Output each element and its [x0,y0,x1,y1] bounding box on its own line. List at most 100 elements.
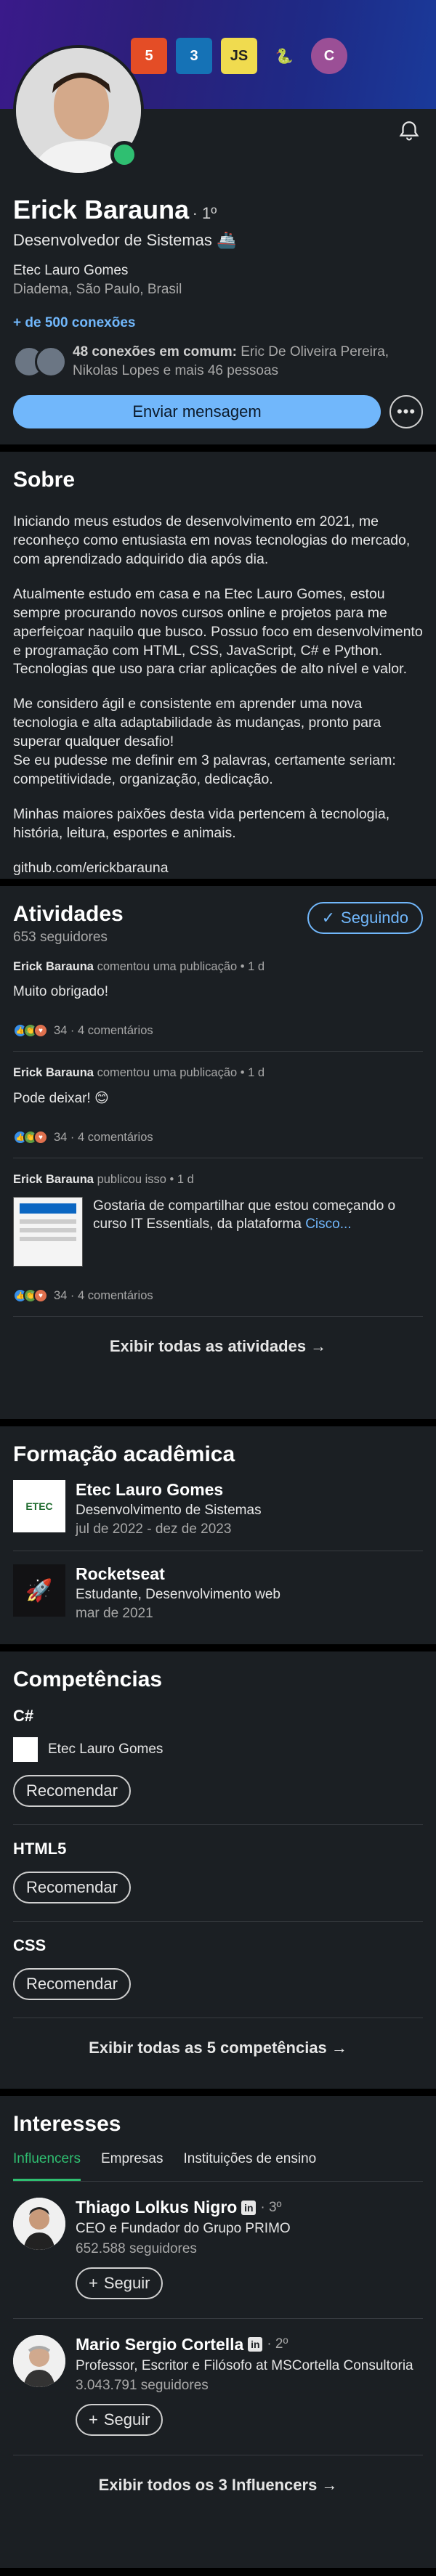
post-author: Erick Barauna [13,1066,94,1079]
follow-button[interactable]: + Seguir [76,2404,164,2437]
education-item[interactable]: 🚀 Rocketseat Estudante, Desenvolvimento … [13,1551,423,1635]
more-options-button[interactable]: ••• [389,395,423,428]
interests-title: Interesses [13,2112,121,2136]
influencer-name: Mario Sergio Cortella [76,2334,244,2354]
html5-icon: 5 [131,38,167,74]
skill-item[interactable]: HTML5 Recomendar [13,1825,423,1922]
degree-name: Estudante, Desenvolvimento web [76,1587,280,1602]
follow-label: Seguir [103,2410,150,2429]
skill-endorsement: Etec Lauro Gomes [13,1737,423,1762]
post-action: publicou isso • 1 d [97,1173,194,1186]
following-label: Seguindo [341,909,408,927]
love-reaction-icon: ♥ [33,1288,48,1303]
influencer-item[interactable]: Mario Sergio Cortella in · 2º Professor,… [13,2319,423,2456]
about-title: Sobre [13,468,76,492]
python-icon: 🐍 [275,48,294,65]
show-all-activity-button[interactable]: Exibir todas as atividades → [13,1317,423,1366]
profile-headline: Desenvolvedor de Sistemas 🚢 [13,231,237,249]
post-author: Erick Barauna [13,1173,94,1186]
reaction-count: 34 · 4 comentários [54,1023,153,1037]
education-title: Formação acadêmica [13,1442,235,1466]
mutual-avatars [13,343,73,382]
skill-name: CSS [13,1936,47,1954]
skill-item[interactable]: CSS Recomendar [13,1922,423,2018]
post-reactions[interactable]: 👍 👏 ♥ 34 · 4 comentários [13,1288,423,1303]
profile-info: Erick Barauna · 1º Desenvolvedor de Sist… [0,109,436,447]
post-meta: Erick Barauna comentou uma publicação • … [13,960,423,974]
post-reactions[interactable]: 👍 👏 ♥ 34 · 4 comentários [13,1023,423,1038]
post-text: Gostaria de compartilhar que estou começ… [93,1197,423,1267]
influencer-headline: CEO e Fundador do Grupo PRIMO [76,2221,291,2236]
followers-count: 653 seguidores [13,930,108,945]
school-name: Etec Lauro Gomes [76,1480,224,1499]
post-text: Muito obrigado! [13,984,108,999]
about-paragraph: Atualmente estudo em casa e na Etec Laur… [13,585,423,678]
tab-schools[interactable]: Instituições de ensino [183,2151,316,2181]
about-paragraph: Iniciando meus estudos de desenvolviment… [13,513,411,567]
profile-name-row: Erick Barauna · 1º [13,195,423,225]
endorse-button[interactable]: Recomendar [13,1968,131,2000]
csharp-icon: C [311,38,347,74]
activity-post[interactable]: Erick Barauna comentou uma publicação • … [13,1052,423,1158]
profile-actions: Enviar mensagem ••• [13,395,423,428]
github-link[interactable]: github.com/erickbarauna [13,859,423,878]
interests-section: Interesses Influencers Empresas Institui… [0,2096,436,2568]
post-body: Gostaria de compartilhar que estou começ… [13,1197,423,1267]
post-reactions[interactable]: 👍 👏 ♥ 34 · 4 comentários [13,1130,423,1145]
endorsement-text: Etec Lauro Gomes [48,1742,164,1757]
influencer-degree: · 3º [260,2199,282,2215]
about-section: Sobre Iniciando meus estudos de desenvol… [0,452,436,879]
profile-company[interactable]: Etec Lauro Gomes [13,263,423,279]
show-all-influencers-button[interactable]: Exibir todos os 3 Influencers → [13,2455,423,2505]
activity-post[interactable]: Erick Barauna publicou isso • 1 d Gostar… [13,1158,423,1317]
influencer-name-row: Thiago Lolkus Nigro in · 3º [76,2198,291,2217]
linkedin-icon: in [241,2200,257,2215]
influencer-degree: · 2º [267,2336,288,2352]
activity-post[interactable]: Erick Barauna comentou uma publicação • … [13,946,423,1052]
interests-tabs: Influencers Empresas Instituições de ens… [13,2151,423,2182]
influencer-name: Thiago Lolkus Nigro [76,2198,238,2217]
endorse-button[interactable]: Recomendar [13,1872,131,1903]
connection-degree: · 1º [192,204,217,222]
send-message-button[interactable]: Enviar mensagem [13,395,381,428]
show-all-skills-button[interactable]: Exibir todas as 5 competências → [13,2018,423,2068]
post-meta: Erick Barauna comentou uma publicação • … [13,1066,423,1080]
etec-logo-small [13,1737,38,1762]
javascript-icon: JS [221,38,257,74]
connections-link[interactable]: + de 500 conexões [13,315,423,331]
post-action: comentou uma publicação • 1 d [97,960,265,973]
skill-name: HTML5 [13,1840,67,1858]
mutual-count: 48 conexões em comum: [73,344,237,359]
skill-name: C# [13,1707,34,1725]
love-reaction-icon: ♥ [33,1023,48,1038]
check-icon: ✓ [321,909,336,927]
profile-name: Erick Barauna [13,195,190,224]
endorse-button[interactable]: Recomendar [13,1775,131,1807]
following-button[interactable]: ✓ Seguindo [307,902,423,934]
linkedin-icon: in [248,2337,263,2352]
education-item[interactable]: ETEC Etec Lauro Gomes Desenvolvimento de… [13,1467,423,1551]
skill-item[interactable]: C# Etec Lauro Gomes Recomendar [13,1692,423,1825]
education-dates: jul de 2022 - dez de 2023 [76,1521,232,1537]
mutual-avatar [35,346,67,378]
influencer-item[interactable]: Thiago Lolkus Nigro in · 3º CEO e Fundad… [13,2182,423,2319]
follow-button[interactable]: + Seguir [76,2267,164,2299]
post-thumbnail [13,1197,83,1267]
tab-companies[interactable]: Empresas [101,2151,164,2181]
rocketseat-logo: 🚀 [13,1564,65,1617]
degree-name: Desenvolvimento de Sistemas [76,1503,262,1518]
profile-card: 5 3 JS 🐍 C Erick Barauna · 1º Desenvolve… [0,0,436,444]
post-meta: Erick Barauna publicou isso • 1 d [13,1173,423,1187]
tab-influencers[interactable]: Influencers [13,2151,81,2181]
plus-icon: + [89,2273,98,2292]
reaction-count: 34 · 4 comentários [54,1288,153,1302]
love-reaction-icon: ♥ [33,1130,48,1145]
influencer-name-row: Mario Sergio Cortella in · 2º [76,2335,413,2354]
mutual-connections[interactable]: 48 conexões em comum: Eric De Oliveira P… [13,343,423,382]
about-paragraph: Minhas maiores paixões desta vida perten… [13,805,390,841]
education-section: Formação acadêmica ETEC Etec Lauro Gomes… [0,1426,436,1644]
post-see-more-link[interactable]: Cisco... [305,1216,351,1232]
school-name: Rocketseat [76,1564,165,1583]
post-author: Erick Barauna [13,960,94,973]
influencer-followers: 3.043.791 seguidores [76,2378,209,2394]
